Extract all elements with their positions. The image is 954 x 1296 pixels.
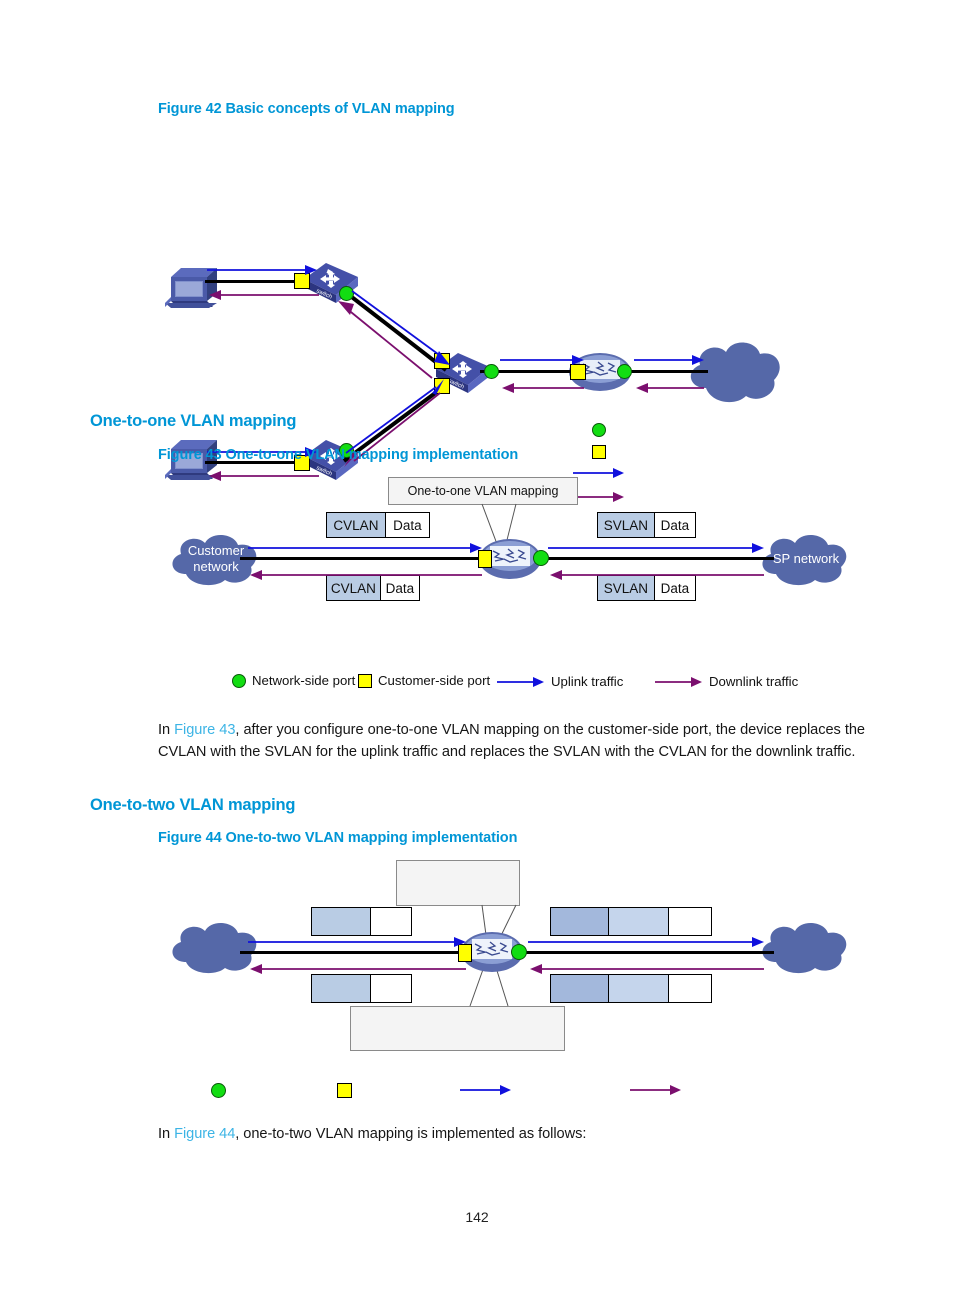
fig44-frame-top-left <box>311 907 412 936</box>
fig44-downlink-arrow-right <box>530 964 764 974</box>
fig43-uplink-arrow-swatch <box>497 676 544 687</box>
uplink-arrow-router-cloud <box>634 355 704 365</box>
fig43-legend-uplink-label: Uplink traffic <box>551 674 624 689</box>
wire-fig43-left <box>240 557 488 561</box>
fig43-legend-customer-side-port: Customer-side port <box>358 673 490 688</box>
fig43-frame-top-left-tag: CVLAN <box>327 513 385 537</box>
paragraph-figure-44: In Figure 44, one-to-two VLAN mapping is… <box>158 1124 865 1146</box>
fig43-downlink-arrow-left <box>250 570 482 580</box>
downlink-arrow-center-router <box>502 383 584 393</box>
figure-43-diagram: One-to-one VLAN mapping Customer network… <box>0 470 954 700</box>
fig44-frame-top-right-tag1 <box>551 908 609 935</box>
uplink-arrow-pc-top <box>207 265 317 275</box>
fig44-frame-top-right-data <box>667 908 712 935</box>
downlink-arrow-router-cloud <box>636 383 704 393</box>
downlink-arrow-pc-top <box>209 290 319 300</box>
fig43-frame-top-right-tag: SVLAN <box>598 513 654 537</box>
network-side-port-swatch <box>592 423 606 437</box>
fig44-legend-customer-side-port <box>337 1083 358 1098</box>
wire-fig43-right <box>534 557 774 561</box>
fig44-legend-uplink <box>460 1084 518 1096</box>
fig44-frame-bottom-left-data <box>369 975 411 1002</box>
fig42-legend-network-side-port <box>592 423 612 437</box>
paragraph-44-pre: In <box>158 1126 175 1142</box>
fig43-downlink-arrow-swatch <box>655 676 702 687</box>
fig43-frame-top-right: SVLAN Data <box>597 512 696 538</box>
fig43-legend-downlink-label: Downlink traffic <box>709 674 799 689</box>
fig44-frame-bottom-left-tag <box>312 975 370 1002</box>
figure-44-caption: Figure 44 One-to-two VLAN mapping implem… <box>158 830 518 846</box>
wire-fig44-right <box>516 951 774 955</box>
fig44-frame-bottom-right-tag1 <box>551 975 609 1002</box>
figure-43-callout: One-to-one VLAN mapping <box>388 477 578 505</box>
fig43-downlink-arrow-right <box>550 570 764 580</box>
fig44-legend-network-side-port <box>211 1083 232 1098</box>
fig44-frame-bottom-left <box>311 974 412 1003</box>
center-network-port <box>484 364 499 379</box>
fig42-legend-customer-side-port <box>592 445 612 459</box>
fig44-customer-side-port-swatch <box>337 1083 352 1098</box>
fig43-uplink-arrow-right <box>548 543 764 553</box>
fig44-frame-bottom-right-data <box>667 975 712 1002</box>
figure-43-link[interactable]: Figure 43 <box>174 722 235 738</box>
fig44-network-side-port-swatch <box>211 1083 226 1098</box>
paragraph-43-pre: In <box>158 722 175 738</box>
fig43-frame-top-left-data: Data <box>384 513 429 537</box>
fig44-downlink-arrow-left <box>250 964 466 974</box>
section-heading-one-to-one: One-to-one VLAN mapping <box>90 412 297 430</box>
fig44-frame-top-left-data <box>369 908 411 935</box>
figure-44-callout-top <box>396 860 520 906</box>
fig43-uplink-arrow-left <box>248 543 482 553</box>
figure-44-link[interactable]: Figure 44 <box>174 1126 235 1142</box>
fig43-legend-customer-side-port-label: Customer-side port <box>378 673 491 688</box>
figure-43-caption: Figure 43 One-to-one VLAN mapping implem… <box>158 447 519 463</box>
paragraph-figure-43: In Figure 43, after you configure one-to… <box>158 720 865 763</box>
figure-44-diagram <box>0 855 954 1105</box>
uplink-arrow-center-router <box>500 355 584 365</box>
fig44-network-side-port <box>511 944 527 960</box>
fig44-uplink-arrow-swatch <box>460 1085 511 1095</box>
fig43-frame-top-left: CVLAN Data <box>326 512 430 538</box>
fig43-legend-uplink: Uplink traffic <box>497 674 623 689</box>
fig43-legend-downlink: Downlink traffic <box>655 674 798 689</box>
fig44-frame-top-right-tag2 <box>608 908 668 935</box>
figure-42-diagram: switch switch switch <box>0 125 954 502</box>
document-page: Figure 42 Basic concepts of VLAN mapping <box>0 0 954 1296</box>
router-network-port <box>617 364 632 379</box>
page-number: 142 <box>465 1209 489 1225</box>
fig43-network-side-port <box>533 550 549 566</box>
fig43-customer-side-port-swatch <box>358 673 372 688</box>
fig43-frame-top-right-data: Data <box>653 513 695 537</box>
paragraph-44-post: , one-to-two VLAN mapping is implemented… <box>235 1126 587 1142</box>
downlink-arrow-bottom-diagonal <box>344 392 441 467</box>
figure-44-callout-bottom <box>350 1006 565 1051</box>
paragraph-43-post: , after you configure one-to-one VLAN ma… <box>158 722 865 760</box>
fig44-uplink-arrow-left <box>248 937 466 947</box>
fig44-frame-bottom-right <box>550 974 712 1003</box>
fig44-frame-bottom-right-tag2 <box>608 975 668 1002</box>
fig43-legend-network-side-port: Network-side port <box>232 673 355 688</box>
section-heading-one-to-two: One-to-two VLAN mapping <box>90 796 296 814</box>
fig44-frame-top-left-tag <box>312 908 370 935</box>
fig44-downlink-arrow-swatch <box>630 1085 681 1095</box>
fig43-network-side-port-swatch <box>232 673 246 688</box>
fig44-uplink-arrow-right <box>528 937 764 947</box>
fig43-legend-network-side-port-label: Network-side port <box>252 673 356 688</box>
customer-side-port-swatch <box>592 445 606 459</box>
fig44-legend-downlink <box>630 1084 688 1096</box>
figure-42-caption: Figure 42 Basic concepts of VLAN mapping <box>158 101 455 117</box>
fig44-frame-top-right <box>550 907 712 936</box>
wire-fig44-left <box>240 951 470 955</box>
